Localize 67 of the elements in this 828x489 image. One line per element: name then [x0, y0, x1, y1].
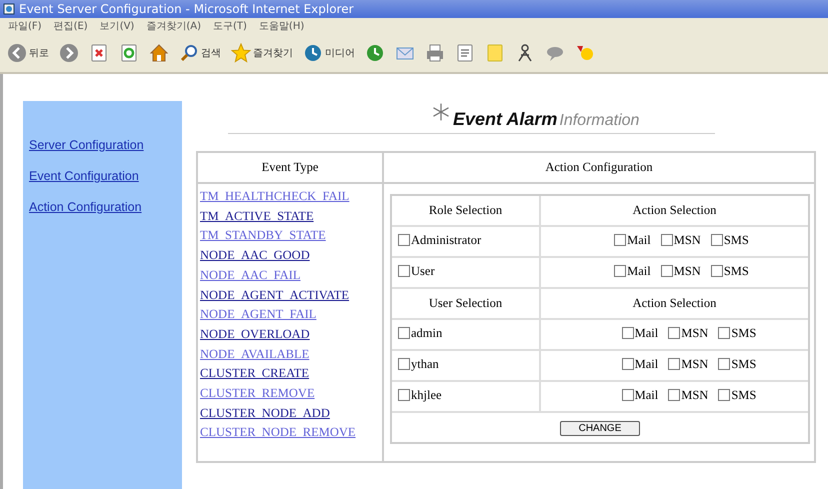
menu-item[interactable]: 편집(E)	[54, 19, 88, 33]
column-header: Event Type	[198, 153, 384, 184]
action-checkbox[interactable]: SMS	[710, 232, 749, 248]
refresh-icon	[119, 43, 139, 63]
action-checkbox[interactable]: Mail	[614, 232, 651, 248]
star-icon	[231, 43, 251, 63]
event-link[interactable]: NODE_AGENT_FAIL	[200, 305, 380, 325]
action-checkbox[interactable]: MSN	[668, 388, 708, 403]
sidebar-link[interactable]: Server Configuration	[23, 138, 144, 152]
event-link[interactable]: NODE_AAC_GOOD	[200, 246, 380, 266]
browser-icon	[3, 3, 15, 15]
column-header: Action Configuration	[384, 153, 814, 184]
action-checkbox[interactable]: Mail	[614, 264, 651, 279]
action-checkbox[interactable]: MSN	[660, 232, 701, 248]
header-subtitle: Information	[559, 112, 640, 130]
clock-icon	[365, 43, 385, 63]
asterisk-icon	[431, 102, 451, 122]
printer-icon	[425, 43, 445, 63]
search-icon	[179, 43, 199, 63]
role-checkbox[interactable]: User	[398, 264, 435, 279]
event-link[interactable]: CLUSTER_NODE_ADD	[200, 404, 380, 424]
menu-item[interactable]: 파일(F)	[8, 19, 42, 33]
column-header: Action Selection	[541, 289, 808, 320]
column-header: Role Selection	[392, 196, 541, 227]
toolbar-button[interactable]: 즐겨찾기	[228, 41, 296, 65]
action-checkbox[interactable]: MSN	[660, 264, 701, 279]
menu-item[interactable]: 보기(V)	[100, 19, 134, 33]
stop-icon	[89, 43, 109, 63]
menu-item[interactable]: 도구(T)	[213, 19, 247, 33]
event-link[interactable]: TM_STANDBY_STATE	[200, 226, 380, 246]
window-title: Event Server Configuration - Microsoft Internet Explorer	[19, 2, 354, 16]
document-icon	[455, 43, 475, 63]
action-checkbox[interactable]: SMS	[718, 356, 756, 372]
event-link[interactable]: CLUSTER_CREATE	[200, 364, 380, 384]
toolbar-button[interactable]: 검색	[176, 41, 224, 65]
action-checkbox[interactable]: SMS	[718, 388, 756, 403]
action-checkbox[interactable]: Mail	[622, 326, 658, 341]
action-checkbox[interactable]: Mail	[622, 388, 658, 403]
event-link[interactable]: CLUSTER_NODE_REMOVE	[200, 423, 380, 444]
toolbar-button[interactable]: 뒤로	[4, 41, 52, 65]
event-link[interactable]: NODE_AVAILABLE	[200, 344, 380, 364]
action-checkbox[interactable]: MSN	[668, 326, 708, 341]
action-checkbox[interactable]: SMS	[718, 326, 756, 341]
menu-item[interactable]: 즐겨찾기(A)	[146, 19, 201, 33]
change-button[interactable]: CHANGE	[560, 420, 640, 436]
event-link[interactable]: TM_HEALTHCHECK_FAIL	[200, 187, 380, 207]
event-link[interactable]: NODE_AAC_FAIL	[200, 266, 380, 286]
event-link[interactable]: NODE_OVERLOAD	[200, 324, 380, 345]
role-checkbox[interactable]: khjlee	[398, 388, 442, 403]
toolbar-button[interactable]: 미디어	[300, 41, 358, 65]
role-checkbox[interactable]: ythan	[398, 356, 439, 372]
sidebar-link[interactable]: Action Configuration	[23, 200, 142, 214]
event-link[interactable]: TM_ACTIVE_STATE	[200, 206, 380, 226]
event-link[interactable]: CLUSTER_REMOVE	[200, 384, 380, 404]
home-icon	[149, 43, 169, 63]
action-checkbox[interactable]: SMS	[710, 264, 749, 279]
note-icon	[485, 43, 505, 63]
column-header: Action Selection	[541, 196, 808, 227]
action-checkbox[interactable]: Mail	[622, 356, 658, 372]
column-header: User Selection	[392, 289, 541, 320]
header-title: Event Alarm	[453, 109, 558, 130]
sidebar-link[interactable]: Event Configuration	[23, 169, 139, 183]
action-checkbox[interactable]: MSN	[668, 356, 708, 372]
role-checkbox[interactable]: admin	[398, 326, 442, 341]
role-checkbox[interactable]: Administrator	[398, 232, 482, 248]
event-link[interactable]: NODE_AGENT_ACTIVATE	[200, 286, 380, 306]
menu-item[interactable]: 도움말(H)	[258, 19, 304, 33]
